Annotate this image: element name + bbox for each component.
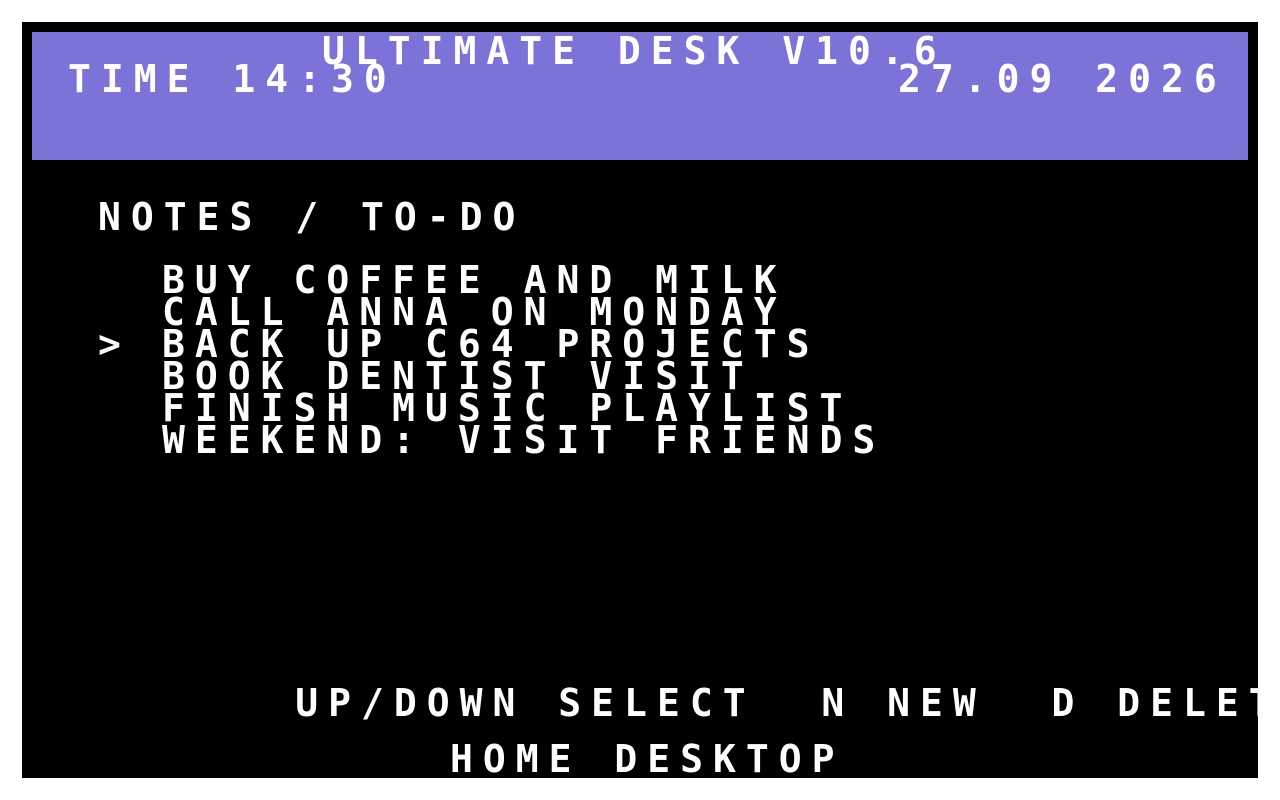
clock-time: TIME 14:30	[68, 57, 397, 101]
todo-item-label: WEEKEND: VISIT FRIENDS	[162, 418, 886, 462]
todo-item[interactable]: WEEKEND: VISIT FRIENDS	[98, 418, 886, 462]
selection-cursor: >	[98, 322, 131, 366]
c64-screen: ULTIMATE DESK V10.6 TIME 14:30 27.09 202…	[22, 22, 1258, 778]
help-delete: D DELETE	[1051, 681, 1259, 725]
home-desktop-label[interactable]: HOME DESKTOP	[450, 740, 845, 778]
header-bar: ULTIMATE DESK V10.6 TIME 14:30 27.09 202…	[32, 32, 1248, 160]
clock-date: 27.09 2026	[898, 57, 1227, 101]
help-select: UP/DOWN SELECT	[295, 681, 756, 725]
monitor-border: ULTIMATE DESK V10.6 TIME 14:30 27.09 202…	[10, 10, 1270, 790]
app-title: ULTIMATE DESK V10.6	[322, 29, 947, 73]
notes-title: NOTES / TO-DO	[98, 195, 526, 239]
todo-list: BUY COFFEE AND MILK CALL ANNA ON MONDAY …	[98, 261, 886, 462]
help-new: N NEW	[821, 681, 986, 725]
